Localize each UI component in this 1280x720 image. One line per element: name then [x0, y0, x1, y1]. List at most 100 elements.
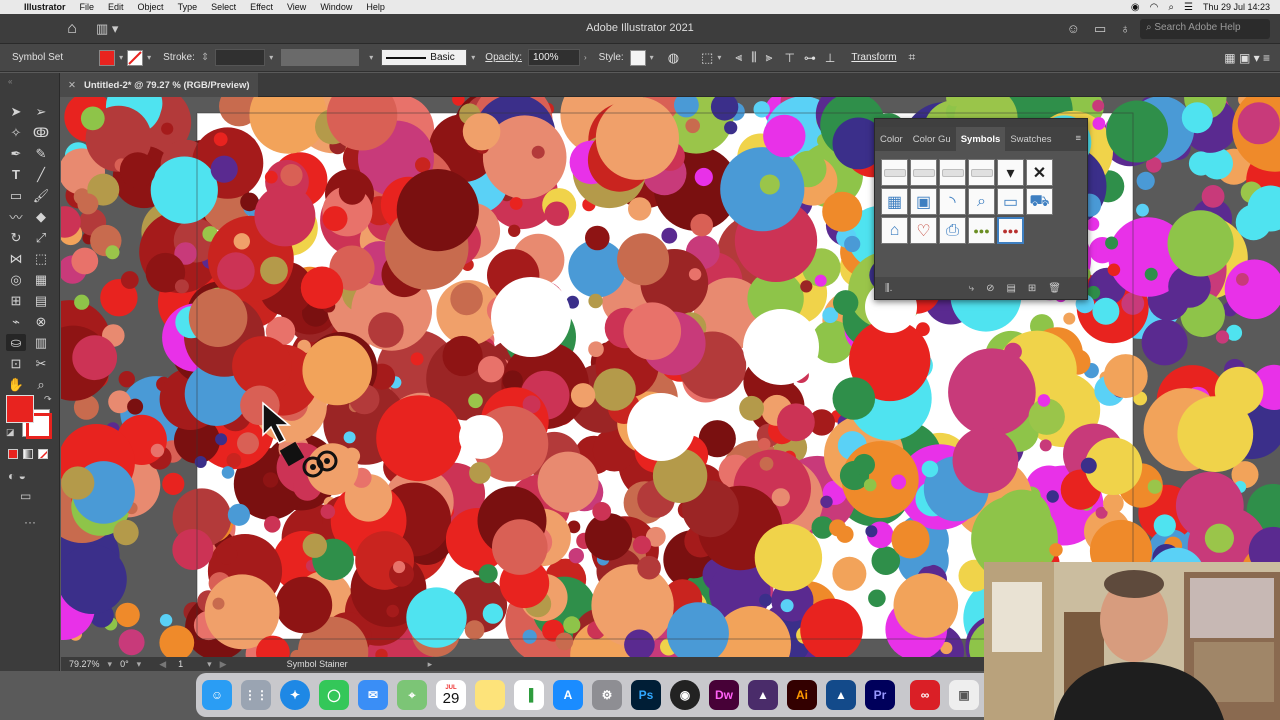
- symbol-instance[interactable]: [338, 178, 366, 205]
- transform-link[interactable]: Transform: [851, 52, 896, 63]
- symbol-instance[interactable]: [593, 368, 636, 411]
- new-symbol-icon[interactable]: ⊞: [1028, 283, 1036, 294]
- symbol-instance[interactable]: [868, 589, 886, 608]
- symbol-instance[interactable]: [406, 587, 467, 648]
- symbol-instance[interactable]: [690, 213, 713, 237]
- symbol-instance[interactable]: [685, 118, 700, 134]
- dock-messages-icon[interactable]: ◯: [319, 680, 349, 710]
- symbol-instance[interactable]: [1236, 273, 1249, 286]
- variable-width-dropdown-icon[interactable]: ▾: [369, 53, 373, 62]
- symbol-instance[interactable]: [221, 466, 235, 479]
- dock-obs-icon[interactable]: ◉: [670, 680, 700, 710]
- fill-box[interactable]: [6, 395, 34, 423]
- type-tool-icon[interactable]: T: [6, 166, 26, 183]
- symbol-instance[interactable]: [800, 280, 813, 293]
- symbol-instance[interactable]: [215, 433, 228, 446]
- symbol-instance[interactable]: [1136, 171, 1155, 190]
- zoom-level[interactable]: 79.27%: [69, 659, 100, 669]
- symbol-instance[interactable]: [588, 341, 604, 357]
- stroke-stepper[interactable]: ⇕: [201, 52, 209, 63]
- symbol-dropdown[interactable]: ▾: [997, 159, 1024, 186]
- stroke-weight-dropdown-icon[interactable]: ▾: [269, 53, 273, 62]
- symbol-instance[interactable]: [492, 519, 548, 575]
- symbol-instance[interactable]: [115, 602, 140, 628]
- dock-dreamweaver-icon[interactable]: Dw: [709, 680, 739, 710]
- symbol-instance[interactable]: [72, 335, 118, 381]
- color-mode-icon[interactable]: [8, 449, 18, 459]
- symbol-instance[interactable]: [216, 543, 238, 565]
- shaper-tool-icon[interactable]: 〰: [6, 208, 26, 225]
- symbol-instance[interactable]: [522, 629, 537, 644]
- workspace-layout-icon[interactable]: ▥ ▾: [96, 21, 118, 37]
- symbol-instance[interactable]: [1092, 99, 1105, 112]
- stroke-label[interactable]: Stroke:: [163, 52, 195, 63]
- symbol-printer[interactable]: ⎙: [939, 217, 966, 244]
- swap-fill-stroke-icon[interactable]: ↷: [44, 394, 52, 405]
- symbol-instance[interactable]: [531, 145, 545, 159]
- symbol-bar-3[interactable]: [939, 159, 966, 186]
- symbol-instance[interactable]: [368, 312, 404, 348]
- symbol-instance[interactable]: [763, 114, 806, 158]
- symbol-instance[interactable]: [1144, 267, 1158, 281]
- symbol-instance[interactable]: [555, 632, 574, 651]
- symbol-instance[interactable]: [264, 170, 278, 184]
- shape-builder-tool-icon[interactable]: ◎: [6, 271, 26, 288]
- arrange-icon[interactable]: ▭: [1094, 21, 1106, 37]
- symbol-instance[interactable]: [1153, 514, 1176, 537]
- symbol-instance[interactable]: [1049, 543, 1063, 557]
- paintbrush-tool-icon[interactable]: 🖌: [31, 187, 51, 204]
- symbol-instance[interactable]: [637, 555, 661, 580]
- symbol-instance[interactable]: [780, 599, 794, 613]
- symbol-instance[interactable]: [893, 573, 959, 638]
- align-middle-icon[interactable]: ⊶: [804, 51, 816, 65]
- draw-mode-icon[interactable]: ◐ ◒: [8, 469, 26, 483]
- symbol-instance[interactable]: [150, 443, 165, 458]
- menu-object[interactable]: Object: [138, 2, 164, 12]
- symbol-instance[interactable]: [450, 282, 483, 316]
- symbol-instance[interactable]: [1201, 185, 1225, 208]
- symbol-instance[interactable]: [1215, 330, 1230, 344]
- symbol-instance[interactable]: [120, 271, 139, 289]
- tab-swatches[interactable]: Swatches: [1005, 127, 1056, 151]
- opacity-label[interactable]: Opacity:: [485, 52, 522, 63]
- symbol-instance[interactable]: [891, 474, 907, 490]
- screen-mode-icon[interactable]: ▭: [20, 489, 31, 503]
- zoom-tool-icon[interactable]: ⌕: [31, 376, 51, 393]
- graphic-style-swatch[interactable]: [629, 49, 646, 66]
- perspective-grid-tool-icon[interactable]: ▦: [31, 271, 51, 288]
- symbol-cart[interactable]: ⛟: [1026, 188, 1053, 215]
- symbol-instance[interactable]: [833, 290, 859, 316]
- rotate-tool-icon[interactable]: ↻: [6, 229, 26, 246]
- edit-toolbar-icon[interactable]: ···: [24, 515, 36, 529]
- symbol-instance[interactable]: [118, 629, 145, 656]
- wifi-icon[interactable]: ◠: [1150, 2, 1159, 13]
- symbol-instance[interactable]: [217, 252, 255, 290]
- tab-color-guide[interactable]: Color Gu: [908, 127, 956, 151]
- symbol-instance[interactable]: [595, 97, 679, 180]
- dock-mail-icon[interactable]: ✉: [358, 680, 388, 710]
- symbol-instance[interactable]: [588, 293, 603, 309]
- blend-tool-icon[interactable]: ⊗: [31, 313, 51, 330]
- symbol-instance[interactable]: [396, 169, 479, 252]
- rotation-dropdown-icon[interactable]: ▾: [137, 659, 142, 670]
- symbol-instance[interactable]: [442, 335, 483, 377]
- symbol-libraries-icon[interactable]: ⫼.: [885, 283, 892, 294]
- symbol-instance[interactable]: [260, 256, 288, 285]
- artboard-tool-icon[interactable]: ⊡: [6, 355, 26, 372]
- align-to-icon[interactable]: ⬚: [701, 50, 713, 66]
- symbol-instance[interactable]: [127, 398, 144, 415]
- symbol-instance[interactable]: [771, 488, 790, 507]
- tab-symbols[interactable]: Symbols: [955, 127, 1006, 151]
- opacity-field[interactable]: 100%: [527, 49, 580, 66]
- align-to-dropdown-icon[interactable]: ▾: [717, 53, 721, 62]
- symbol-instance[interactable]: [188, 288, 248, 347]
- menu-view[interactable]: View: [287, 2, 306, 12]
- symbol-instance[interactable]: [759, 456, 774, 471]
- symbol-instance[interactable]: [212, 597, 225, 610]
- dock-app-store-icon[interactable]: A: [553, 680, 583, 710]
- symbol-home[interactable]: ⌂: [881, 217, 908, 244]
- symbol-bar-2[interactable]: [910, 159, 937, 186]
- isolate-icon[interactable]: ⌗: [909, 50, 916, 65]
- brush-definition-field[interactable]: Basic: [381, 49, 468, 66]
- symbol-instance[interactable]: [1092, 297, 1120, 325]
